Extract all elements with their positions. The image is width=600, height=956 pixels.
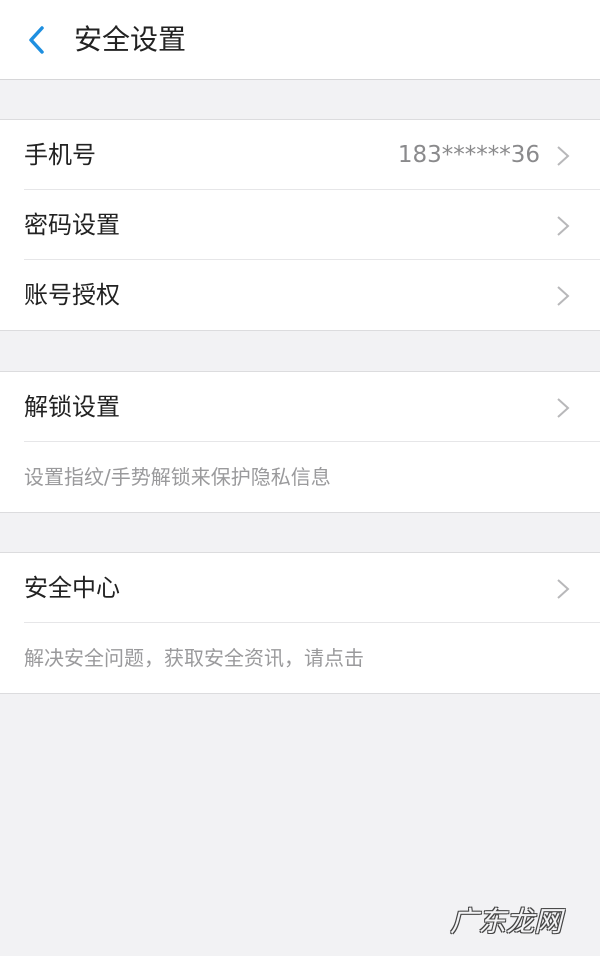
password-settings-label: 密码设置 — [24, 211, 120, 239]
chevron-right-icon — [557, 216, 570, 236]
security-center-hint-text: 解决安全问题，获取安全资讯，请点击 — [24, 646, 364, 670]
back-button[interactable] — [14, 18, 58, 62]
account-group: 手机号 183******36 密码设置 账号授权 — [0, 119, 600, 331]
password-settings-row[interactable]: 密码设置 — [24, 190, 600, 260]
header-bar: 安全设置 — [0, 0, 600, 80]
unlock-hint: 设置指纹/手势解锁来保护隐私信息 — [24, 442, 600, 512]
chevron-right-icon — [557, 286, 570, 306]
chevron-right-icon — [557, 579, 570, 599]
watermark: 广东龙网 — [449, 905, 562, 938]
unlock-group: 解锁设置 设置指纹/手势解锁来保护隐私信息 — [0, 371, 600, 513]
phone-number-label: 手机号 — [24, 141, 96, 169]
phone-number-value: 183******36 — [397, 142, 540, 168]
security-center-row[interactable]: 安全中心 — [24, 553, 600, 623]
security-center-hint: 解决安全问题，获取安全资讯，请点击 — [24, 623, 600, 693]
unlock-hint-text: 设置指纹/手势解锁来保护隐私信息 — [24, 465, 331, 489]
chevron-right-icon — [557, 398, 570, 418]
chevron-left-icon — [26, 25, 46, 55]
chevron-right-icon — [557, 146, 570, 166]
security-center-group: 安全中心 解决安全问题，获取安全资讯，请点击 — [0, 552, 600, 694]
unlock-settings-row[interactable]: 解锁设置 — [24, 372, 600, 442]
account-authorization-label: 账号授权 — [24, 281, 120, 309]
page-title: 安全设置 — [74, 23, 187, 56]
unlock-settings-label: 解锁设置 — [24, 393, 120, 421]
security-center-label: 安全中心 — [24, 574, 120, 602]
account-authorization-row[interactable]: 账号授权 — [24, 260, 600, 330]
phone-number-row[interactable]: 手机号 183******36 — [24, 120, 600, 190]
